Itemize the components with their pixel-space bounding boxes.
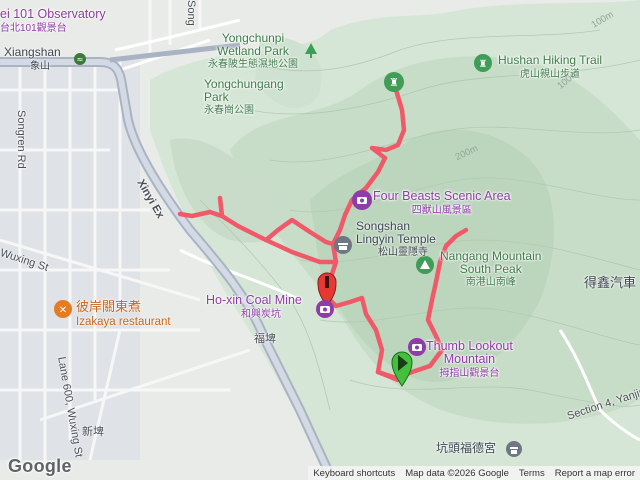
camera-icon[interactable]	[408, 338, 426, 356]
place-name-zh: 拇指山觀景台	[439, 368, 500, 380]
place-label-restaurant[interactable]: 彼岸關東煮 Izakaya restaurant	[76, 300, 171, 328]
place-name: Xiangshan	[4, 45, 61, 59]
svg-text:♜: ♜	[479, 59, 488, 70]
road-label-xinbi: 新埤	[82, 426, 104, 438]
place-name-zh: 坑頭福德宮	[436, 441, 497, 455]
attribution-bar: Keyboard shortcuts Map data ©2026 Google…	[308, 466, 640, 480]
place-label-fude[interactable]: 坑頭福德宮	[436, 442, 496, 455]
restaurant-icon[interactable]: ✕	[54, 300, 72, 318]
place-name-2: Wetland Park	[217, 43, 289, 58]
metro-icon: ≈	[74, 52, 86, 65]
place-name-2: Park	[204, 89, 229, 104]
place-label-hushan[interactable]: Hushan Hiking Trail 虎山親山步道	[498, 54, 602, 80]
trailhead-icon[interactable]: ♜	[384, 72, 404, 92]
place-label-xiangshan[interactable]: Xiangshan 象山	[4, 46, 61, 72]
place-name-zh: 得鑫汽車	[584, 275, 637, 290]
place-name-zh: 永春陂生態濕地公園	[208, 59, 298, 71]
place-label-hoxin[interactable]: Ho-xin Coal Mine 和興炭坑	[206, 293, 302, 321]
place-label-yongchunpi[interactable]: Yongchunpi Wetland Park 永春陂生態濕地公園	[208, 32, 298, 71]
place-name: ei 101 Observatory	[0, 7, 106, 21]
place-name: Thumb Lookout	[426, 339, 513, 353]
place-name-2: South Peak	[459, 261, 522, 276]
shrine-icon[interactable]	[506, 441, 522, 457]
report-error-link[interactable]: Report a map error	[550, 468, 640, 479]
park-tree-icon[interactable]	[303, 42, 319, 58]
place-label-lingyin[interactable]: Songshan Lingyin Temple 松山靈隱寺	[356, 220, 436, 259]
place-label-yongchungang[interactable]: Yongchungang Park 永春崗公園	[204, 78, 284, 117]
road-label-fubi: 福埤	[254, 333, 276, 345]
map-data-text: Map data ©2026 Google	[405, 467, 509, 479]
peak-icon[interactable]	[416, 256, 434, 274]
road-label-song: Song	[185, 0, 197, 26]
place-label-thumb[interactable]: Thumb Lookout Mountain 拇指山觀景台	[426, 339, 513, 380]
hiking-trail-icon[interactable]: ♜	[474, 54, 492, 72]
svg-text:♜: ♜	[389, 76, 399, 89]
place-name-zh: 南港山南峰	[465, 277, 516, 289]
temple-icon[interactable]	[334, 236, 352, 254]
place-name-zh: 永春崗公園	[204, 105, 254, 117]
place-label-observatory[interactable]: ei 101 Observatory 台北101觀景台	[0, 7, 106, 35]
place-label-dexin[interactable]: 得鑫汽車	[584, 276, 636, 290]
place-name-zh: 和興炭坑	[240, 309, 281, 321]
camera-icon[interactable]	[352, 190, 372, 210]
camera-icon[interactable]	[316, 300, 334, 318]
google-logo: Google	[8, 456, 72, 476]
place-name-zh: 彼岸關東煮	[76, 299, 142, 314]
place-label-nangang[interactable]: Nangang Mountain South Peak 南港山南峰	[440, 250, 541, 289]
place-label-four-beasts[interactable]: Four Beasts Scenic Area 四獸山風景區	[373, 189, 511, 217]
svg-text:✕: ✕	[59, 305, 67, 316]
place-name: Four Beasts Scenic Area	[373, 189, 511, 203]
place-name: Hushan Hiking Trail	[498, 53, 603, 67]
place-name: Izakaya restaurant	[76, 315, 171, 328]
place-name-zh: 松山靈隱寺	[378, 247, 428, 259]
place-name: Ho-xin Coal Mine	[206, 293, 302, 307]
place-name-zh: 象山	[30, 60, 50, 72]
road-label-songren: Songren Rd	[15, 110, 27, 169]
svg-text:≈: ≈	[77, 55, 84, 64]
place-name-2: Mountain	[443, 352, 496, 367]
place-name-zh: 四獸山風景區	[411, 205, 472, 217]
place-name-2: Lingyin Temple	[356, 231, 436, 246]
place-name-zh: 台北101觀景台	[0, 23, 67, 35]
terms-link[interactable]: Terms	[514, 468, 550, 479]
keyboard-shortcuts-link[interactable]: Keyboard shortcuts	[308, 468, 400, 479]
